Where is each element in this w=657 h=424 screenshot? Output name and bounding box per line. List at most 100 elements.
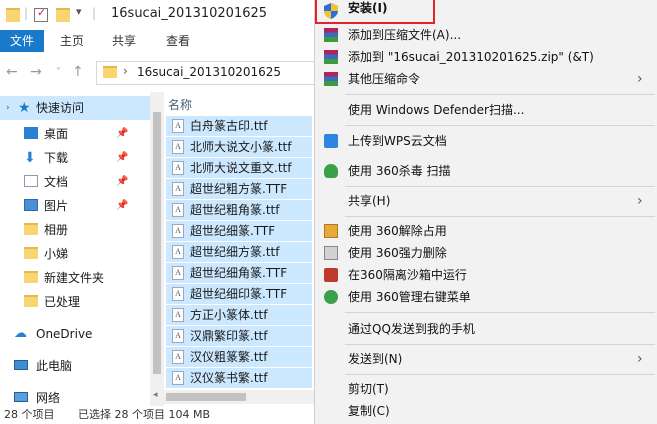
menu-item-defender-scan[interactable]: 使用 Windows Defender扫描... [315, 99, 657, 121]
menu-item-cut[interactable]: 剪切(T) [315, 378, 657, 400]
menu-item-360-manage[interactable]: 使用 360管理右键菜单 [315, 286, 657, 308]
file-row[interactable]: A 北师大说文小篆.ttf [166, 137, 312, 157]
nav-item-pictures[interactable]: 图片 📌 [0, 194, 150, 218]
pictures-icon [24, 199, 38, 211]
menu-separator [345, 344, 655, 345]
submenu-arrow-icon: › [637, 71, 643, 87]
file-name: 汉仪篆书繁.ttf [190, 371, 268, 385]
nav-item-onedrive[interactable]: ☁ OneDrive [0, 322, 150, 346]
nav-scrollbar[interactable] [150, 92, 164, 408]
document-icon [24, 175, 38, 187]
nav-item-label: 新建文件夹 [44, 271, 105, 285]
address-bar[interactable]: › 16sucai_201310201625 [96, 61, 316, 85]
menu-item-add-archive[interactable]: 添加到压缩文件(A)... [315, 24, 657, 46]
back-arrow-icon[interactable]: ← [6, 64, 18, 80]
menu-item-share[interactable]: 共享(H) › [315, 190, 657, 212]
folder-icon [24, 223, 38, 235]
selection-info: 已选择 28 个项目 104 MB [78, 408, 211, 421]
nav-item-processed[interactable]: 已处理 [0, 290, 150, 314]
file-name: 方正小篆体.ttf [190, 308, 268, 322]
submenu-arrow-icon: › [637, 193, 643, 209]
horizontal-scrollbar-thumb[interactable] [166, 393, 246, 401]
nav-item-label: 小娣 [44, 247, 69, 261]
file-row[interactable]: A 汉仪篆书繁.ttf [166, 368, 312, 388]
menu-item-install[interactable]: 安装(I) [315, 0, 657, 24]
menu-item-wps-upload[interactable]: 上传到WPS云文档 [315, 130, 657, 152]
nav-item-desktop[interactable]: 桌面 📌 [0, 122, 150, 146]
file-row[interactable]: A 白舟篆古印.ttf [166, 116, 312, 136]
menu-item-360-sandbox[interactable]: 在360隔离沙箱中运行 [315, 264, 657, 286]
column-header-name[interactable]: 名称 [168, 96, 192, 113]
menu-item-add-zip[interactable]: 添加到 "16sucai_201310201625.zip" (&T) [315, 46, 657, 68]
expand-chevron-icon[interactable]: › [6, 96, 10, 120]
pin-icon[interactable]: 📌 [116, 170, 128, 194]
file-row[interactable]: A 超世纪细印篆.TTF [166, 284, 312, 304]
up-arrow-icon[interactable]: ↑ [72, 64, 84, 80]
menu-item-360-unlock[interactable]: 使用 360解除占用 [315, 220, 657, 242]
file-row[interactable]: A 超世纪粗角篆.ttf [166, 200, 312, 220]
menu-item-label: 使用 360杀毒 扫描 [348, 164, 451, 178]
scroll-left-icon[interactable]: ◂ [153, 390, 158, 400]
file-name: 超世纪细篆.TTF [190, 224, 276, 238]
menu-item-send-to[interactable]: 发送到(N) › [315, 348, 657, 370]
font-file-icon: A [172, 224, 184, 238]
new-folder-icon[interactable] [56, 8, 70, 22]
window-title: 16sucai_201310201625 [111, 6, 268, 21]
nav-item-xiaodi[interactable]: 小娣 [0, 242, 150, 266]
pin-icon[interactable]: 📌 [116, 122, 128, 146]
file-name: 超世纪粗方篆.TTF [190, 182, 288, 196]
properties-icon[interactable]: ✓ [34, 6, 48, 22]
folder-icon [24, 247, 38, 259]
pin-icon[interactable]: 📌 [116, 194, 128, 218]
nav-item-label: 桌面 [44, 127, 69, 141]
nav-item-label: 快速访问 [36, 101, 85, 115]
horizontal-scrollbar[interactable]: ◂ [150, 390, 314, 404]
folder-icon [103, 66, 117, 78]
menu-item-other-compress[interactable]: 其他压缩命令 › [315, 68, 657, 90]
menu-separator [345, 186, 655, 187]
nav-item-downloads[interactable]: ⬇ 下载 📌 [0, 146, 150, 170]
file-row[interactable]: A 汉鼎繁印篆.ttf [166, 326, 312, 346]
folder-icon [24, 271, 38, 283]
file-row[interactable]: A 北师大说文重文.ttf [166, 158, 312, 178]
file-row[interactable]: A 汉仪粗篆繁.ttf [166, 347, 312, 367]
menu-separator [345, 125, 655, 126]
tab-file[interactable]: 文件 [0, 30, 44, 52]
file-row[interactable]: A 超世纪细方篆.ttf [166, 242, 312, 262]
quick-access-dropdown-icon[interactable]: ▾ [76, 5, 82, 18]
tab-share[interactable]: 共享 [104, 30, 144, 52]
tab-home[interactable]: 主页 [52, 30, 92, 52]
nav-item-label: OneDrive [36, 327, 93, 341]
star-icon: ★ [18, 100, 31, 116]
address-path: 16sucai_201310201625 [137, 65, 282, 79]
file-name: 白舟篆古印.ttf [190, 119, 268, 133]
nav-item-documents[interactable]: 文档 📌 [0, 170, 150, 194]
file-name: 北师大说文重文.ttf [190, 161, 292, 175]
nav-item-quick-access[interactable]: › ★ 快速访问 [0, 96, 150, 120]
file-name: 北师大说文小篆.ttf [190, 140, 292, 154]
file-row[interactable]: A 方正小篆体.ttf [166, 305, 312, 325]
tab-view[interactable]: 查看 [158, 30, 198, 52]
nav-item-album[interactable]: 相册 [0, 218, 150, 242]
menu-separator [345, 374, 655, 375]
file-name: 超世纪细方篆.ttf [190, 245, 280, 259]
menu-item-qq-send[interactable]: 通过QQ发送到我的手机 [315, 318, 657, 340]
forward-arrow-icon[interactable]: → [30, 64, 42, 80]
folder-icon [24, 295, 38, 307]
menu-item-label: 复制(C) [348, 404, 390, 418]
menu-item-360-force-delete[interactable]: 使用 360强力删除 [315, 242, 657, 264]
nav-item-this-pc[interactable]: 此电脑 [0, 354, 150, 378]
file-row[interactable]: A 超世纪细篆.TTF [166, 221, 312, 241]
menu-item-label: 使用 360强力删除 [348, 246, 447, 260]
nav-item-label: 已处理 [44, 295, 81, 309]
font-file-icon: A [172, 161, 184, 175]
file-row[interactable]: A 超世纪粗方篆.TTF [166, 179, 312, 199]
file-row[interactable]: A 超世纪细角篆.TTF [166, 263, 312, 283]
file-name: 超世纪细角篆.TTF [190, 266, 288, 280]
menu-item-360-scan[interactable]: 使用 360杀毒 扫描 [315, 160, 657, 182]
pin-icon[interactable]: 📌 [116, 146, 128, 170]
nav-scrollbar-thumb[interactable] [153, 112, 161, 374]
recent-dropdown-icon[interactable]: ˅ [56, 67, 61, 78]
menu-item-copy[interactable]: 复制(C) [315, 400, 657, 422]
nav-item-new-folder[interactable]: 新建文件夹 [0, 266, 150, 290]
